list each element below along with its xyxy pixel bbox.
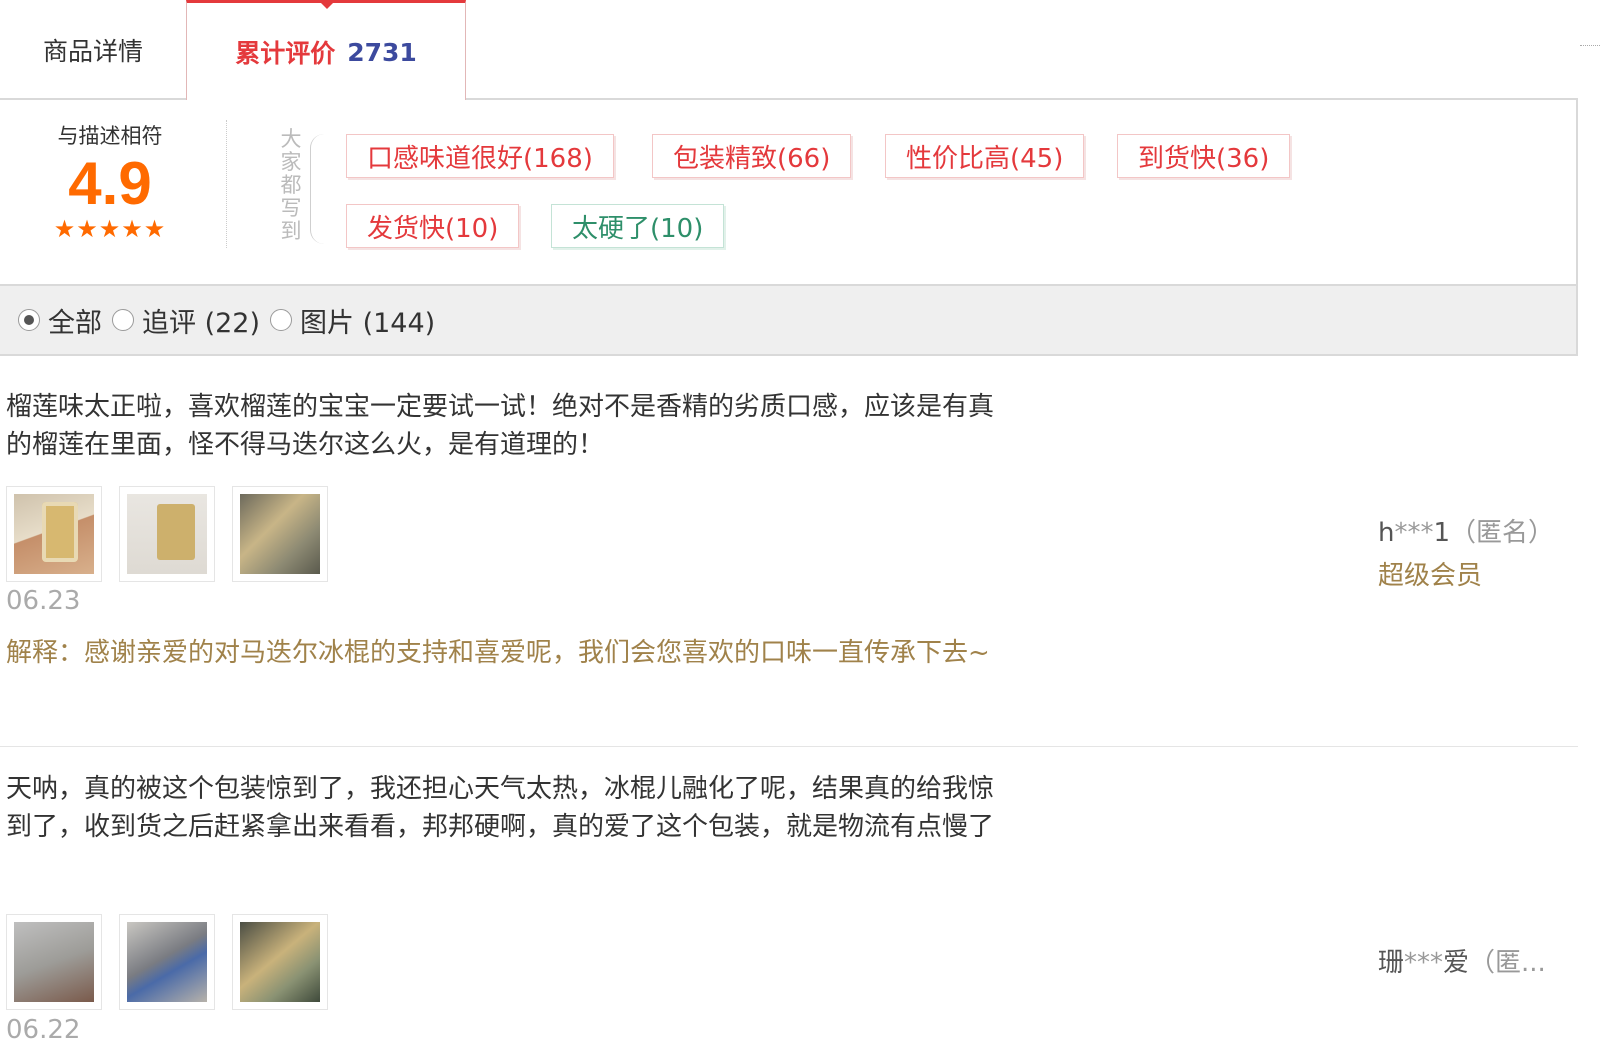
review-photos <box>6 486 345 582</box>
impression-tag[interactable]: 发货快(10) <box>346 204 520 248</box>
rating-stars-icon: ★★★★★ <box>53 215 167 243</box>
brace-icon <box>310 134 326 244</box>
reviewer-name-suffix: 1 <box>1433 518 1451 548</box>
review-photo-thumb[interactable] <box>119 486 215 582</box>
reviewer-level: 超级会员 <box>1378 561 1483 591</box>
tab-reviews[interactable]: 累计评价 2731 <box>186 0 466 101</box>
score-title: 与描述相符 <box>57 124 163 148</box>
impression-tag-negative[interactable]: 太硬了(10) <box>551 204 725 248</box>
review-separator <box>0 746 1578 747</box>
review-photos <box>6 914 345 1010</box>
impressions-label: 大家都写到 <box>280 127 302 243</box>
filter-followup-label: 追评 (22) <box>142 307 261 339</box>
impression-tag-label: 性价比高(45) <box>906 143 1064 174</box>
reviewer-name: h***1（匿名） <box>1378 512 1578 549</box>
reviewer-name-prefix: h <box>1378 518 1395 548</box>
score-divider <box>226 120 227 248</box>
reviewer-name-mask: *** <box>1404 948 1444 978</box>
photo-image <box>14 922 94 1002</box>
tab-product-details-label: 商品详情 <box>42 37 143 66</box>
filter-followup-radio[interactable]: 追评 (22) <box>112 301 260 340</box>
tab-product-details[interactable]: 商品详情 <box>0 0 186 100</box>
impression-tag[interactable]: 包装精致(66) <box>652 134 852 178</box>
radio-unchecked-icon[interactable] <box>270 309 293 331</box>
review-date: 06.23 <box>6 586 81 616</box>
reviewer-anonymous: （匿名） <box>1450 518 1555 548</box>
impression-tag-label: 到货快(36) <box>1138 143 1270 174</box>
review-photo-thumb[interactable] <box>6 914 102 1010</box>
reviewer-info: 珊***爱（匿... <box>1378 942 1578 979</box>
impression-tag[interactable]: 到货快(36) <box>1117 134 1291 178</box>
active-tab-caret-icon <box>318 0 336 9</box>
photo-image <box>240 494 320 574</box>
review-photo-thumb[interactable] <box>232 914 328 1010</box>
review-filter-bar: 全部 追评 (22) 图片 (144) <box>0 284 1578 356</box>
score-value: 4.9 <box>68 150 152 217</box>
photo-image <box>240 922 320 1002</box>
radio-unchecked-icon[interactable] <box>112 309 134 331</box>
edge-divider <box>1580 45 1600 46</box>
impression-tag-label: 口感味道很好(168) <box>367 143 593 174</box>
photo-image <box>127 494 207 574</box>
filter-images-radio[interactable]: 图片 (144) <box>270 301 435 340</box>
tab-bar: 商品详情 累计评价 2731 <box>0 0 1578 101</box>
review-date: 06.22 <box>6 1015 81 1045</box>
reviewer-name-suffix: 爱 <box>1443 948 1470 978</box>
impression-tag-label: 包装精致(66) <box>673 143 831 174</box>
rating-panel: 与描述相符 4.9 ★★★★★ 大家都写到 口感味道很好(168) 包装精致(6… <box>0 100 1578 284</box>
reviewer-name-mask: *** <box>1394 518 1434 548</box>
reviewer-name-prefix: 珊 <box>1378 948 1405 978</box>
tab-reviews-label: 累计评价 <box>235 39 336 68</box>
photo-image <box>14 494 94 574</box>
impression-tag[interactable]: 口感味道很好(168) <box>346 134 614 178</box>
reviewer-name: 珊***爱（匿... <box>1378 942 1578 979</box>
filter-all-label: 全部 <box>48 307 102 339</box>
impression-tag-label: 太硬了(10) <box>572 213 704 244</box>
filter-all-radio[interactable]: 全部 <box>18 301 102 340</box>
review-photo-thumb[interactable] <box>6 486 102 582</box>
review-photo-thumb[interactable] <box>119 914 215 1010</box>
photo-image <box>127 922 207 1002</box>
impression-tag-label: 发货快(10) <box>367 213 499 244</box>
reviewer-info: h***1（匿名） 超级会员 <box>1378 512 1578 592</box>
reviewer-anonymous: （匿... <box>1469 948 1546 978</box>
score-box: 与描述相符 4.9 ★★★★★ <box>20 120 200 243</box>
impression-tag[interactable]: 性价比高(45) <box>885 134 1085 178</box>
tab-reviews-count: 2731 <box>347 37 417 67</box>
radio-checked-icon[interactable] <box>18 309 40 331</box>
review-text: 天呐，真的被这个包装惊到了，我还担心天气太热，冰棍儿融化了呢，结果真的给我惊到了… <box>6 774 995 842</box>
review-text: 榴莲味太正啦，喜欢榴莲的宝宝一定要试一试！绝对不是香精的劣质口感，应该是有真的榴… <box>6 392 995 460</box>
review-photo-thumb[interactable] <box>232 486 328 582</box>
filter-images-label: 图片 (144) <box>300 307 436 339</box>
seller-reply: 解释：感谢亲爱的对马迭尔冰棍的支持和喜爱呢，我们会您喜欢的口味一直传承下去~ <box>6 638 990 668</box>
